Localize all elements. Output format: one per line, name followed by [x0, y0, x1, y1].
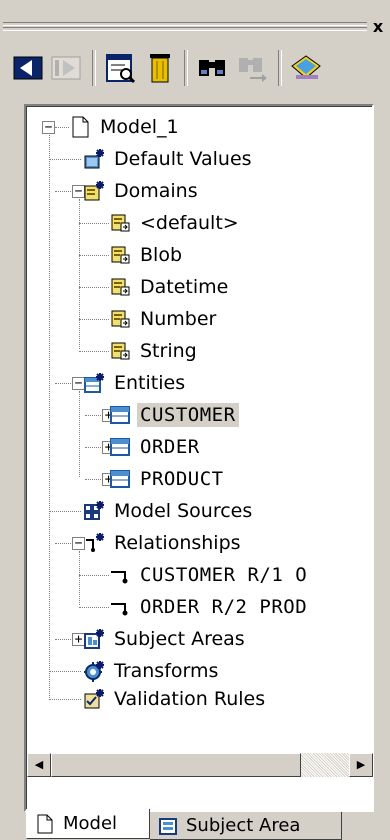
tree-item-entities[interactable]: Entities: [83, 367, 188, 399]
help-icon[interactable]: [286, 48, 326, 88]
tree-line: [49, 511, 81, 512]
domain-icon: [109, 308, 131, 330]
relationships-icon: [83, 532, 105, 554]
entity-icon: [109, 468, 131, 490]
entity-icon: [109, 404, 131, 426]
tree-line: [79, 287, 109, 288]
tree-item-entity[interactable]: PRODUCT: [109, 463, 227, 495]
tree-line: [49, 699, 81, 700]
tree-item-default-values[interactable]: Default Values: [83, 143, 255, 175]
tree-item-relationships[interactable]: Relationships: [83, 527, 244, 559]
drag-grip[interactable]: [3, 22, 367, 26]
relationship-icon: [109, 564, 131, 586]
tree-item-domain[interactable]: Blob: [109, 239, 185, 271]
tree-line: [79, 551, 80, 605]
domain-icon: [109, 340, 131, 362]
scroll-right-button[interactable]: ▶: [349, 753, 373, 777]
toolbar-separator: [184, 50, 188, 86]
transforms-icon: [83, 660, 105, 682]
panel-title-bar: x: [0, 0, 390, 35]
tree-line: [49, 159, 81, 160]
find-icon[interactable]: [192, 48, 232, 88]
tree-line: [79, 319, 109, 320]
domain-icon: [109, 276, 131, 298]
toolbar-separator: [92, 50, 96, 86]
tree-item-domain[interactable]: String: [109, 335, 200, 367]
tree-item-entity[interactable]: CUSTOMER: [109, 399, 239, 431]
tree-item-relationship[interactable]: CUSTOMER R/1 O: [109, 559, 310, 591]
model-icon: [69, 116, 91, 138]
view-tabs: Model Subject Area: [0, 809, 390, 840]
toolbar: [0, 44, 390, 96]
tree-item-model-sources[interactable]: Model Sources: [83, 495, 255, 527]
tree-item-domain[interactable]: <default>: [109, 207, 242, 239]
tree-line: [79, 575, 109, 576]
tree-line: [79, 607, 109, 608]
model-icon: [35, 814, 55, 834]
tree-item-domain[interactable]: Datetime: [109, 271, 231, 303]
toolbar-separator: [278, 50, 282, 86]
tab-label: Model: [63, 813, 118, 834]
entities-icon: [83, 372, 105, 394]
tree-item-relationship[interactable]: ORDER R/2 PROD: [109, 591, 310, 623]
tab-label: Subject Area: [186, 815, 301, 836]
drag-grip-lower[interactable]: [3, 27, 367, 31]
tree-line: [49, 671, 81, 672]
scroll-thumb[interactable]: [51, 753, 301, 777]
model-explorer-panel: − − − + + + − + Model_1 Default Values D…: [24, 104, 374, 812]
tree-line: [79, 255, 109, 256]
scroll-left-button[interactable]: ◀: [27, 753, 51, 777]
delete-icon[interactable]: [140, 48, 180, 88]
tab-model[interactable]: Model: [26, 809, 150, 839]
tree-item-validation-rules[interactable]: Validation Rules: [83, 683, 268, 715]
tree-item-subject-areas[interactable]: Subject Areas: [83, 623, 248, 655]
tree-line: [79, 391, 80, 477]
close-icon[interactable]: x: [369, 19, 387, 35]
model-tree[interactable]: − − − + + + − + Model_1 Default Values D…: [27, 107, 373, 747]
tree-line: [79, 351, 109, 352]
domain-icon: [109, 212, 131, 234]
scroll-track[interactable]: [301, 753, 349, 777]
tree-item-domains[interactable]: Domains: [83, 175, 201, 207]
collapse-toggle[interactable]: −: [42, 121, 55, 134]
model-sources-icon: [83, 500, 105, 522]
tree-line: [79, 223, 109, 224]
default-values-icon: [83, 148, 105, 170]
tree-line: [49, 135, 50, 698]
tree-line: [55, 127, 69, 128]
horizontal-scrollbar[interactable]: ◀ ▶: [27, 753, 373, 777]
subject-area-icon: [158, 816, 178, 836]
panel-view-icon[interactable]: [46, 48, 86, 88]
tab-subject-area[interactable]: Subject Area: [150, 812, 342, 840]
tree-line: [79, 199, 80, 349]
domains-icon: [83, 180, 105, 202]
tree-view-icon[interactable]: [8, 48, 48, 88]
relationship-icon: [109, 596, 131, 618]
find-next-icon[interactable]: [232, 48, 272, 88]
tree-item-model[interactable]: Model_1: [69, 111, 182, 143]
validation-rules-icon: [83, 688, 105, 710]
tree-item-entity[interactable]: ORDER: [109, 431, 203, 463]
entity-icon: [109, 436, 131, 458]
properties-icon[interactable]: [100, 48, 140, 88]
subject-areas-icon: [83, 628, 105, 650]
tree-item-domain[interactable]: Number: [109, 303, 219, 335]
domain-icon: [109, 244, 131, 266]
